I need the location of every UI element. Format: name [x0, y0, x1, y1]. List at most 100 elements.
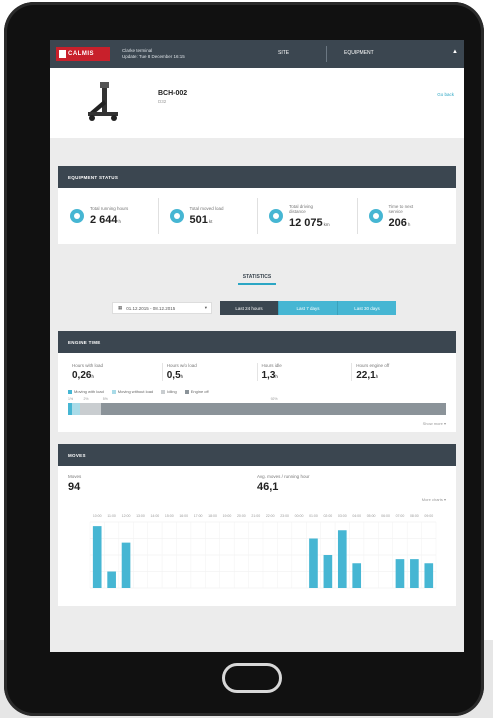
site-info: Clarke terminal Update: Tue 8 December 1… [122, 48, 185, 60]
kpi-moved-load: Total moved load 501kt [157, 188, 258, 244]
nav-site[interactable]: SITE [278, 50, 289, 56]
date-range-value: 01.12.2015 - 08.12.2015 [126, 305, 176, 311]
moves-bar[interactable] [352, 563, 362, 588]
kpi-unit: h [118, 218, 122, 224]
hours-idle: Hours idle 1,3h [258, 363, 353, 381]
moves-bar[interactable] [410, 559, 419, 588]
logo-text: CALMIS [68, 51, 94, 57]
kpi-unit: h [407, 221, 411, 227]
x-tick-label: 16:00 [179, 514, 188, 518]
kpi-number: 206 [388, 216, 407, 229]
engine-time-kpis: Hours with load 0,26h Hours w/o load 0,5… [58, 353, 456, 381]
legend-label: Moving without load [117, 389, 154, 394]
date-range-picker[interactable]: ▦ 01.12.2015 - 08.12.2015 ▾ [112, 302, 212, 314]
engine-time-stacked-bar [68, 403, 446, 415]
stack-segment [72, 403, 81, 415]
caret-up-icon[interactable]: ▲ [452, 49, 458, 55]
distance-icon [269, 209, 283, 223]
kpi-value: 501kt [190, 214, 230, 226]
kpi-label: Total running hours [90, 206, 129, 212]
moves-bar[interactable] [323, 555, 333, 588]
calendar-icon: ▦ [118, 305, 123, 310]
legend-label: Idling [167, 389, 177, 394]
show-more-label: Show more [422, 421, 443, 426]
brand-logo[interactable]: CALMIS [56, 47, 110, 61]
x-tick-label: 03:00 [338, 514, 347, 518]
statistics-title: STATISTICS [242, 274, 272, 280]
x-tick-label: 07:00 [396, 514, 405, 518]
moves-bar-chart: 10:00 11:00 12:00 13:00 14:00 15:00 16:00 17:00… [89, 514, 437, 589]
x-tick-label: 02:00 [323, 514, 332, 518]
moves-header: MOVES [58, 444, 456, 466]
straddle-carrier-icon [88, 82, 118, 121]
x-tick-label: 15:00 [165, 514, 174, 518]
x-tick-label: 11:00 [107, 514, 116, 518]
statistics-underline [238, 283, 276, 285]
x-tick-label: 22:00 [266, 514, 275, 518]
statistics-filters: ▦ 01.12.2015 - 08.12.2015 ▾ Last 24 hour… [50, 301, 464, 315]
kpi-number: 0,26 [72, 370, 92, 381]
site-updated: Update: Tue 8 December 16:15 [122, 54, 185, 59]
more-charts-label: More charts [421, 497, 443, 502]
kpi-label: Avg. moves / running hour [257, 474, 310, 479]
kpi-value: 0,26h [72, 370, 162, 381]
moves-bar[interactable] [121, 542, 131, 588]
kpi-number: 12 075 [289, 216, 323, 229]
nav-equipment[interactable]: EQUIPMENT [344, 50, 374, 56]
legend-item: Moving without load [111, 389, 154, 394]
kpi-running-hours: Total running hours 2 644h [58, 188, 158, 244]
kpi-next-service: Time to next service 206h [356, 188, 457, 244]
x-tick-label: 13:00 [136, 514, 145, 518]
share-label: 2% [83, 397, 89, 401]
kpi-value: 46,1 [257, 481, 279, 493]
period-30d-button[interactable]: Last 30 days [337, 301, 396, 315]
legend-item: Moving with load [68, 389, 104, 394]
kpi-number: 0,5 [166, 370, 181, 381]
equipment-model: D32 [158, 99, 167, 104]
equipment-id: BCH-002 [158, 90, 188, 97]
kpi-label: Time to next service [388, 203, 414, 215]
moves-chart: 10:00 11:00 12:00 13:00 14:00 15:00 16:00 17:00… [68, 510, 446, 592]
stack-segment [100, 403, 446, 415]
kpi-driving-distance: Total driving distance 12 075km [257, 188, 357, 244]
moves-bar[interactable] [107, 571, 116, 589]
x-tick-label: 23:00 [280, 514, 289, 518]
hours-with-load: Hours with load 0,26h [68, 363, 163, 381]
moves-kpis: Moves 94 Avg. moves / running hour 46,1 [58, 466, 456, 493]
period-24h-button[interactable]: Last 24 hours [220, 301, 278, 315]
kpi-label: Moves [68, 474, 82, 479]
stack-segment [80, 403, 101, 415]
x-tick-label: 04:00 [352, 514, 361, 518]
load-icon [169, 209, 184, 223]
legend-item: Idling [161, 389, 177, 394]
kpi-label: Hours w/o load [166, 363, 197, 368]
moves-bar[interactable] [92, 526, 102, 588]
kpi-label: Total driving distance [289, 203, 314, 215]
more-charts-link[interactable]: More charts ▾ [58, 493, 456, 502]
kpi-number: 2 644 [90, 213, 118, 226]
kpi-unit: km [323, 221, 330, 227]
home-button[interactable] [222, 663, 282, 693]
clock-icon [70, 209, 84, 223]
go-back-link[interactable]: Go back [437, 92, 454, 97]
moves-bar[interactable] [309, 538, 318, 589]
kpi-number: 22,1 [356, 370, 376, 381]
kpi-label: Total moved load [189, 206, 224, 212]
share-label: 5% [102, 397, 108, 401]
x-tick-label: 09:00 [424, 514, 433, 518]
show-more-link[interactable]: Show more ▾ [58, 415, 456, 432]
kpi-value: 0,5h [167, 370, 257, 381]
kpi-unit: h [180, 374, 184, 379]
kpi-unit: h [275, 374, 278, 379]
moves-bar[interactable] [395, 559, 405, 588]
legend-item: Engine off [184, 389, 209, 394]
x-tick-label: 20:00 [237, 514, 246, 518]
kpi-label: Hours idle [261, 363, 282, 368]
x-tick-label: 10:00 [93, 514, 102, 518]
moves-bar[interactable] [424, 563, 434, 588]
moves-bar[interactable] [337, 530, 347, 588]
period-7d-button[interactable]: Last 7 days [278, 301, 337, 315]
logo-mark-icon [59, 50, 66, 58]
kpi-value: 12 075km [289, 217, 330, 229]
x-tick-label: 14:00 [150, 514, 159, 518]
